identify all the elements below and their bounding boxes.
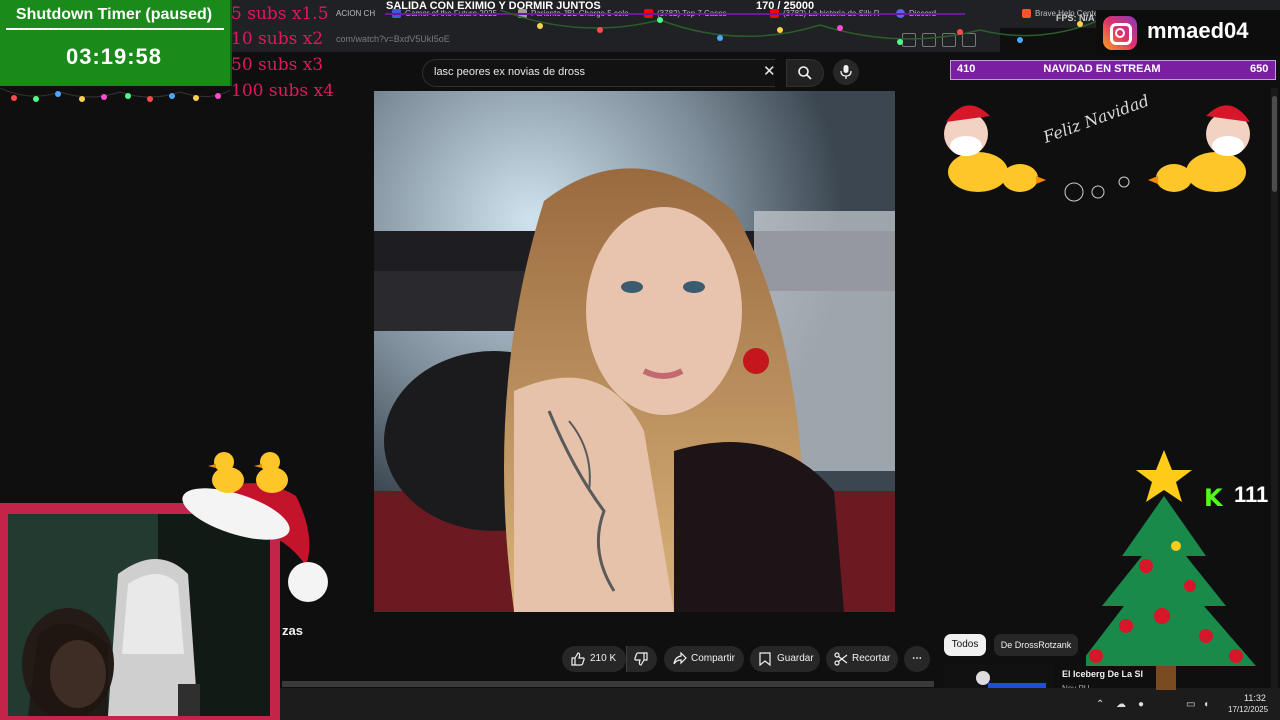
close-icon[interactable]: ✕ <box>763 62 776 80</box>
search-button[interactable] <box>786 59 824 87</box>
address-url[interactable]: com/watch?v=BxdV5UkI5oE <box>336 34 450 44</box>
divider <box>282 681 934 687</box>
timer-value: 03:19:58 <box>65 44 163 69</box>
share-icon <box>673 652 687 665</box>
subs-multiplier: 100 subs x4 <box>231 81 334 101</box>
subs-multiplier: 5 subs x1.5 <box>231 4 329 24</box>
clip-label: Recortar <box>852 653 891 664</box>
santa-hat-decoration <box>182 452 328 602</box>
kick-icon: K <box>1204 484 1223 512</box>
video-frame-image <box>374 91 895 612</box>
subs-multiplier: 10 subs x2 <box>231 29 324 49</box>
feliz-navidad-text: Feliz Navidad <box>1040 91 1152 147</box>
thumbs-down-icon <box>634 652 648 666</box>
clock-time[interactable]: 11:32 <box>1244 693 1266 703</box>
chip-all[interactable]: Todos <box>944 634 986 656</box>
tab-label: ACION CH <box>336 9 376 18</box>
christmas-lights-decoration <box>500 9 1100 45</box>
share-label: Compartir <box>691 653 735 664</box>
video-title: zas <box>282 623 303 638</box>
volume-icon[interactable]: ◖ <box>1203 699 1209 710</box>
search-query[interactable]: lasc peores ex novias de dross <box>434 66 585 78</box>
goal-title: NAVIDAD EN STREAM <box>1043 63 1161 75</box>
monitor-icon[interactable]: ▭ <box>1186 699 1195 710</box>
bookmark-icon <box>759 652 771 666</box>
more-icon: ⋯ <box>912 653 922 664</box>
voice-search-button[interactable] <box>833 59 859 85</box>
christmas-ducks-decoration: Feliz Navidad <box>944 91 1250 202</box>
subs-multiplier: 50 subs x3 <box>231 55 324 75</box>
clock-date[interactable]: 17/12/2025 <box>1228 705 1268 714</box>
kick-viewer-count: 111 <box>1234 482 1269 507</box>
goal-current: 410 <box>957 63 976 75</box>
microphone-icon[interactable]: ● <box>1138 699 1144 710</box>
instagram-username: mmaed04 <box>1147 18 1249 43</box>
thumbs-up-icon <box>571 652 585 666</box>
divider <box>6 28 224 30</box>
scrollbar-thumb[interactable] <box>1272 96 1277 192</box>
clip-button[interactable]: Recortar <box>826 646 898 672</box>
like-count: 210 K <box>590 653 617 664</box>
chevron-up-icon[interactable]: ⌃ <box>1096 699 1104 710</box>
more-actions-button[interactable]: ⋯ <box>904 646 930 672</box>
chip-channel[interactable]: De DrossRotzank <box>994 634 1078 656</box>
scissors-icon <box>834 652 848 666</box>
save-label: Guardar <box>777 653 814 664</box>
christmas-lights-decoration <box>0 87 230 102</box>
share-button[interactable]: Compartir <box>664 646 744 672</box>
like-button[interactable]: 210 K <box>562 646 626 672</box>
save-button[interactable]: Guardar <box>750 646 820 672</box>
goal-target: 650 <box>1250 63 1269 75</box>
dislike-button[interactable] <box>626 646 657 672</box>
microphone-icon <box>840 65 852 79</box>
timer-title: Shutdown Timer (paused) <box>15 6 213 23</box>
browser-tab[interactable]: ACION CH <box>336 4 384 24</box>
cloud-icon[interactable]: ☁ <box>1116 699 1126 710</box>
video-player[interactable] <box>374 91 895 612</box>
search-icon <box>798 66 812 80</box>
instagram-icon <box>1103 16 1137 50</box>
fps-readout: FPS: N/A <box>1056 13 1095 23</box>
